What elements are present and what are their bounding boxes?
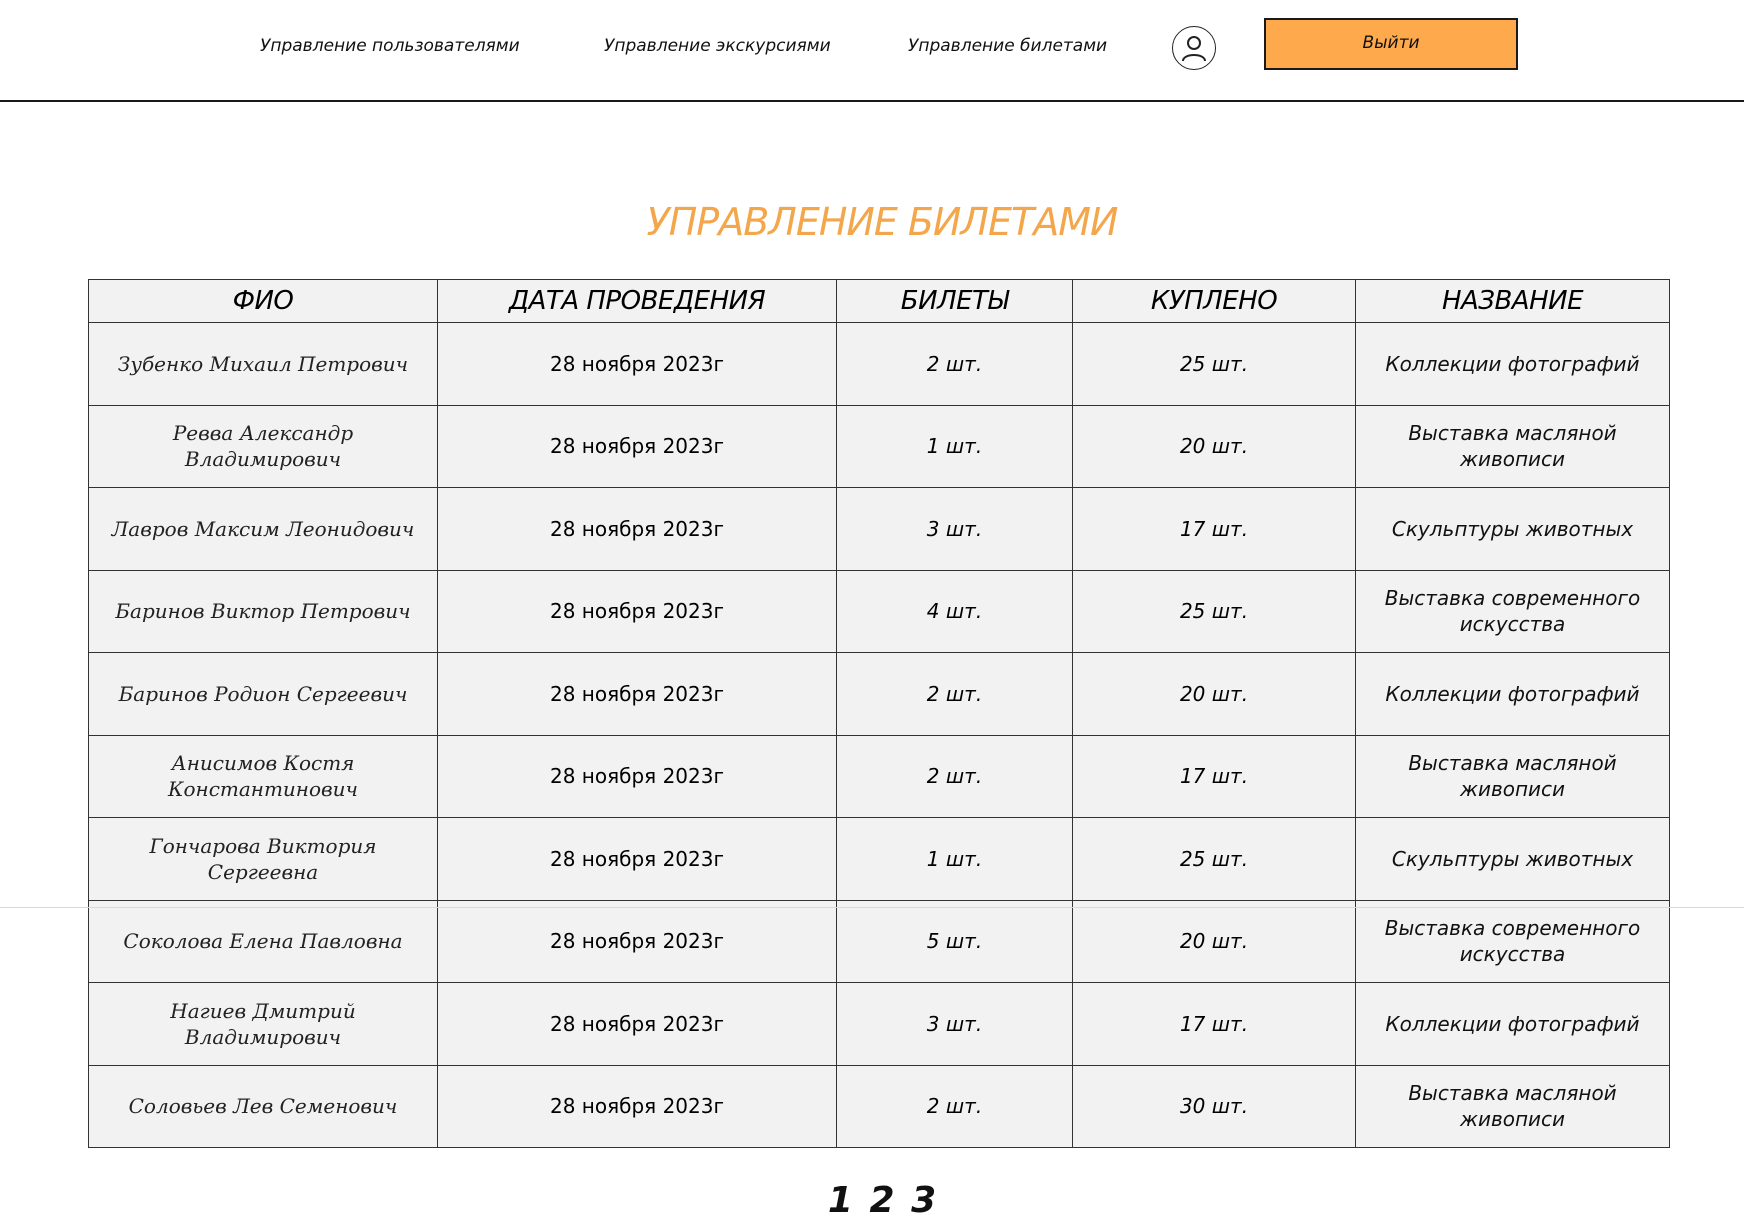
cell-fio: Нагиев Дмитрий Владимирович [88,982,438,1066]
profile-button[interactable] [1172,26,1216,70]
nav-link-ticket-management[interactable]: Управление билетами [908,36,1107,56]
cell-tickets: 3 шт. [836,487,1073,571]
cell-date: 28 ноября 2023г [437,487,837,571]
cell-tickets: 1 шт. [836,404,1073,488]
pagination: 1 2 3 [0,1180,1744,1221]
cell-tickets: 3 шт. [836,982,1073,1066]
table-row[interactable]: Зубенко Михаил Петрович 28 ноября 2023г 2 … [88,322,1670,406]
cell-date: 28 ноября 2023г [437,652,837,736]
column-header-tickets: БИЛЕТЫ [836,279,1073,323]
cell-title: Коллекции фотографий [1355,982,1670,1066]
cell-title: Выставка масляной живописи [1355,1064,1670,1148]
page-link-1[interactable]: 1 [828,1180,853,1221]
cell-tickets: 2 шт. [836,322,1073,406]
table-row[interactable]: Гончарова Виктория Сергеевна 28 ноября 20… [88,817,1670,901]
cell-tickets: 1 шт. [836,817,1073,901]
logout-button[interactable]: Выйти [1264,18,1518,70]
column-header-title: НАЗВАНИЕ [1355,279,1670,323]
table-header-row: ФИО ДАТА ПРОВЕДЕНИЯ БИЛЕТЫ КУПЛЕНО НАЗВА… [88,279,1670,323]
table-row[interactable]: Баринов Виктор Петрович 28 ноября 2023г 4 … [88,569,1670,653]
cell-bought: 25 шт. [1072,569,1356,653]
cell-tickets: 5 шт. [836,899,1073,983]
cell-date: 28 ноября 2023г [437,569,837,653]
cell-tickets: 2 шт. [836,652,1073,736]
cell-tickets: 4 шт. [836,569,1073,653]
cell-title: Выставка современного искусства [1355,899,1670,983]
column-header-fio: ФИО [88,279,438,323]
table-row[interactable]: Соколова Елена Павловна 28 ноября 2023г 5 … [88,899,1670,983]
cell-date: 28 ноября 2023г [437,982,837,1066]
cell-title: Выставка масляной живописи [1355,404,1670,488]
cell-date: 28 ноября 2023г [437,817,837,901]
cell-fio: Баринов Виктор Петрович [88,569,438,653]
table-row[interactable]: Баринов Родион Сергеевич 28 ноября 2023г 2… [88,652,1670,736]
cell-bought: 17 шт. [1072,487,1356,571]
nav-link-user-management[interactable]: Управление пользователями [260,36,520,56]
cell-fio: Соловьев Лев Семенович [88,1064,438,1148]
cell-fio: Соколова Елена Павловна [88,899,438,983]
table-row[interactable]: Лавров Максим Леонидович 28 ноября 2023г 3… [88,487,1670,571]
cell-date: 28 ноября 2023г [437,734,837,818]
table-row[interactable]: Нагиев Дмитрий Владимирович 28 ноября 202… [88,982,1670,1066]
cell-bought: 20 шт. [1072,404,1356,488]
top-navigation-bar: Управление пользователями Управление экс… [0,0,1744,102]
cell-date: 28 ноября 2023г [437,322,837,406]
cell-title: Скульптуры животных [1355,487,1670,571]
page-link-2[interactable]: 2 [869,1180,894,1221]
page-title: УПРАВЛЕНИЕ БИЛЕТАМИ [646,200,1119,244]
cell-bought: 25 шт. [1072,817,1356,901]
cell-tickets: 2 шт. [836,1064,1073,1148]
cell-title: Выставка масляной живописи [1355,734,1670,818]
cell-bought: 17 шт. [1072,982,1356,1066]
cell-date: 28 ноября 2023г [437,1064,837,1148]
page-link-3[interactable]: 3 [911,1180,936,1221]
cell-title: Скульптуры животных [1355,817,1670,901]
cell-date: 28 ноября 2023г [437,404,837,488]
cell-fio: Анисимов Костя Константинович [88,734,438,818]
cell-fio: Зубенко Михаил Петрович [88,322,438,406]
divider [0,907,1744,908]
cell-title: Выставка современного искусства [1355,569,1670,653]
tickets-table: ФИО ДАТА ПРОВЕДЕНИЯ БИЛЕТЫ КУПЛЕНО НАЗВА… [88,279,1670,1148]
cell-date: 28 ноября 2023г [437,899,837,983]
cell-fio: Лавров Максим Леонидович [88,487,438,571]
cell-title: Коллекции фотографий [1355,322,1670,406]
cell-fio: Ревва Александр Владимирович [88,404,438,488]
cell-fio: Баринов Родион Сергеевич [88,652,438,736]
cell-tickets: 2 шт. [836,734,1073,818]
cell-bought: 30 шт. [1072,1064,1356,1148]
cell-bought: 17 шт. [1072,734,1356,818]
table-row[interactable]: Анисимов Костя Константинович 28 ноября 2… [88,734,1670,818]
cell-title: Коллекции фотографий [1355,652,1670,736]
nav-link-tour-management[interactable]: Управление экскурсиями [604,36,831,56]
cell-bought: 20 шт. [1072,899,1356,983]
table-row[interactable]: Ревва Александр Владимирович 28 ноября 20… [88,404,1670,488]
cell-fio: Гончарова Виктория Сергеевна [88,817,438,901]
column-header-date: ДАТА ПРОВЕДЕНИЯ [437,279,837,323]
cell-bought: 25 шт. [1072,322,1356,406]
user-icon [1182,36,1206,62]
table-row[interactable]: Соловьев Лев Семенович 28 ноября 2023г 2 ш… [88,1064,1670,1148]
cell-bought: 20 шт. [1072,652,1356,736]
column-header-bought: КУПЛЕНО [1072,279,1356,323]
